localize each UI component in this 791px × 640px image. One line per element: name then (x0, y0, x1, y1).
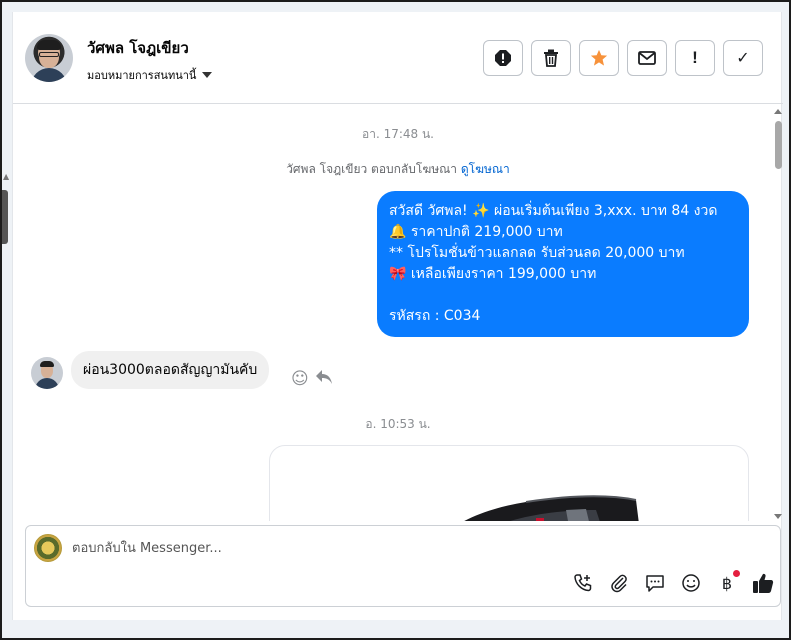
mark-spam-button[interactable] (483, 40, 523, 76)
left-collapse-handle[interactable] (2, 190, 8, 244)
like-button[interactable] (752, 572, 774, 594)
saved-replies-button[interactable] (644, 572, 666, 594)
notification-dot (733, 570, 740, 577)
add-call-button[interactable] (572, 572, 594, 594)
view-ad-link[interactable]: ดูโฆษณา (461, 162, 510, 176)
scroll-down-arrow-icon[interactable] (774, 514, 782, 519)
spam-icon (495, 50, 511, 66)
assign-conversation-dropdown[interactable]: มอบหมายการสนทนานี้ (87, 66, 213, 84)
incoming-message-bubble[interactable]: ผ่อน3000ตลอดสัญญามันคับ (71, 351, 270, 389)
baht-icon: ฿ (721, 573, 733, 593)
scroll-up-arrow-icon[interactable] (774, 109, 782, 114)
left-edge-marker: ▲ (3, 172, 10, 181)
delete-button[interactable] (531, 40, 571, 76)
follow-up-button[interactable]: ! (675, 40, 715, 76)
contact-name[interactable]: วัศพล โจฎเขียว (87, 36, 189, 60)
emoji-button[interactable] (680, 572, 702, 594)
smiley-icon (682, 574, 700, 592)
ad-reply-text: วัศพล โจฎเขียว ตอบกลับโฆษณา (286, 162, 458, 176)
thread-scrollbar[interactable] (773, 105, 783, 521)
caret-down-icon (202, 72, 213, 78)
conversation-panel: วัศพล โจฎเขียว มอบหมายการสนทนานี้ ! ✓ อา… (12, 12, 783, 620)
reply-input[interactable] (72, 536, 752, 560)
page-avatar (34, 534, 62, 562)
image-attachment[interactable] (269, 445, 749, 521)
trash-icon (544, 49, 558, 67)
payment-button[interactable]: ฿ (716, 570, 740, 594)
mark-done-button[interactable]: ✓ (723, 40, 763, 76)
attach-button[interactable] (608, 572, 630, 594)
timestamp: อา. 17:48 น. (362, 127, 434, 141)
paperclip-icon (611, 574, 627, 593)
sender-avatar[interactable] (31, 357, 63, 389)
scroll-thumb[interactable] (775, 121, 782, 169)
mark-unread-button[interactable] (627, 40, 667, 76)
star-icon (590, 49, 608, 66)
phone-plus-icon (574, 574, 592, 592)
outgoing-message-bubble[interactable]: สวัสดี วัศพล! ✨ ผ่อนเริ่มต้นเพียง 3,xxx.… (377, 191, 749, 337)
react-smiley-icon[interactable]: ☺ (291, 369, 309, 390)
conversation-header: วัศพล โจฎเขียว มอบหมายการสนทนานี้ ! ✓ (13, 12, 783, 104)
contact-avatar[interactable] (25, 34, 73, 82)
window-frame: ▲ วัศพล โจฎเขียว มอบหมายการสนทนานี้ ! ✓ … (0, 0, 791, 640)
composer-tools: ฿ (572, 570, 774, 594)
reply-arrow-icon[interactable] (315, 369, 333, 390)
timestamp: อ. 10:53 น. (365, 417, 431, 431)
message-thread[interactable]: อา. 17:48 น. วัศพล โจฎเขียว ตอบกลับโฆษณา… (13, 105, 783, 521)
header-actions: ! ✓ (483, 40, 763, 76)
car-image (464, 495, 639, 521)
thumbs-up-icon (753, 573, 774, 593)
assign-label: มอบหมายการสนทนานี้ (87, 69, 197, 82)
message-composer: ฿ (25, 525, 781, 607)
check-icon: ✓ (736, 50, 750, 67)
envelope-icon (638, 51, 656, 65)
star-button[interactable] (579, 40, 619, 76)
exclamation-icon: ! (692, 48, 698, 67)
message-actions: ☺ (291, 369, 333, 390)
ad-reply-note: วัศพล โจฎเขียว ตอบกลับโฆษณา ดูโฆษณา (13, 160, 783, 179)
chat-bubble-icon (646, 575, 664, 592)
